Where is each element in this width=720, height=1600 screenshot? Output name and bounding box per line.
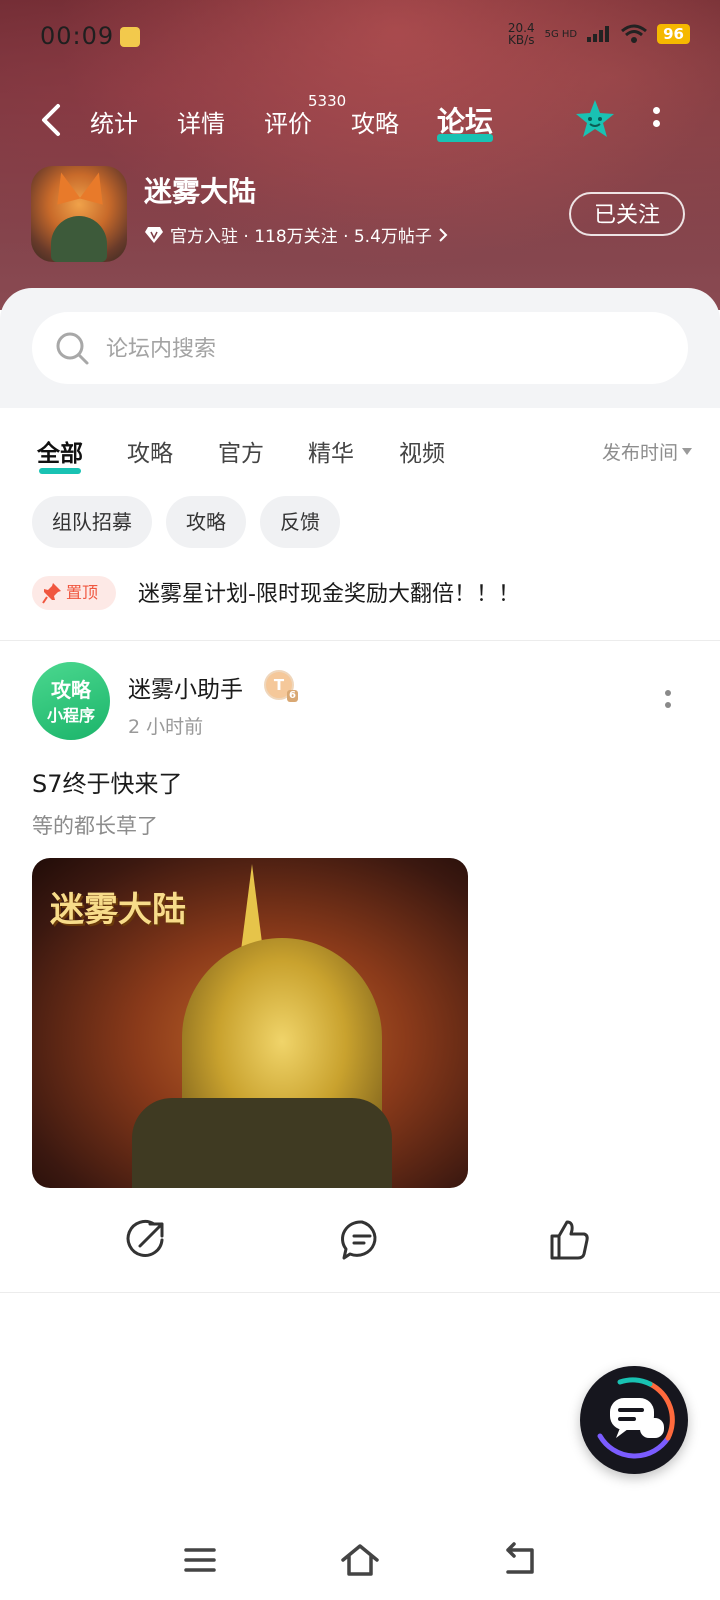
share-icon bbox=[126, 1219, 164, 1257]
sort-button[interactable]: 发布时间 bbox=[602, 438, 678, 465]
tab-reviews[interactable]: 评价 bbox=[264, 104, 312, 139]
filter-all[interactable]: 全部 bbox=[37, 434, 83, 474]
dot-icon bbox=[665, 690, 671, 696]
dot-icon bbox=[665, 702, 671, 708]
filter-videos[interactable]: 视频 bbox=[399, 434, 445, 468]
search-box[interactable] bbox=[32, 312, 688, 384]
back-nav-button[interactable] bbox=[500, 1540, 540, 1580]
pinned-post[interactable]: 置顶 迷雾星计划-限时现金奖励大翻倍！！！ bbox=[32, 574, 688, 614]
chip-team-recruit[interactable]: 组队招募 bbox=[32, 496, 152, 548]
chevron-right-icon bbox=[439, 227, 448, 242]
avatar-line2: 小程序 bbox=[46, 706, 95, 725]
wifi-icon bbox=[621, 24, 648, 43]
filter-guides[interactable]: 攻略 bbox=[127, 434, 173, 468]
search-panel bbox=[0, 288, 720, 408]
chip-guides[interactable]: 攻略 bbox=[166, 496, 246, 548]
chip-feedback[interactable]: 反馈 bbox=[260, 496, 340, 548]
dot-icon bbox=[652, 120, 660, 127]
author-avatar[interactable]: 攻略 小程序 bbox=[32, 662, 110, 740]
net-speed-unit: KB/s bbox=[508, 33, 535, 47]
pinned-badge: 置顶 bbox=[32, 576, 116, 610]
post-actions bbox=[0, 1218, 720, 1278]
search-icon bbox=[56, 332, 89, 365]
comment-button[interactable] bbox=[340, 1218, 384, 1262]
star-mascot-button[interactable] bbox=[574, 98, 616, 140]
tab-details[interactable]: 详情 bbox=[177, 104, 225, 139]
comment-icon bbox=[341, 1220, 377, 1260]
more-options-button[interactable] bbox=[650, 104, 662, 134]
author-level-badge: T 6 bbox=[264, 670, 298, 702]
post-image[interactable]: 迷雾大陆 bbox=[32, 858, 468, 1188]
tag-chips: 组队招募 攻略 反馈 bbox=[32, 496, 340, 548]
star-icon bbox=[576, 100, 614, 137]
status-indicators: 20.4 KB/s 5G HD 96 bbox=[508, 22, 690, 46]
thumbs-up-icon bbox=[550, 1220, 589, 1260]
review-count: 5330 bbox=[308, 92, 347, 110]
filter-official[interactable]: 官方 bbox=[218, 434, 264, 468]
tab-guides[interactable]: 攻略 bbox=[351, 104, 399, 139]
badge-letter: T bbox=[273, 676, 285, 694]
top-nav: 统计 详情 评价 5330 攻略 论坛 bbox=[0, 92, 720, 148]
game-header: 00:09 20.4 KB/s 5G HD 96 统计 详情 评价 5330 攻… bbox=[0, 0, 720, 310]
game-icon-art bbox=[79, 169, 111, 205]
net-speed: 20.4 KB/s bbox=[508, 22, 535, 46]
pin-icon bbox=[42, 583, 61, 604]
game-icon[interactable] bbox=[31, 166, 127, 262]
game-icon-art bbox=[49, 169, 81, 205]
search-input[interactable] bbox=[104, 330, 668, 368]
battery-indicator: 96 bbox=[657, 24, 690, 44]
post-title[interactable]: S7终于快来了 bbox=[32, 764, 183, 799]
post-body: 等的都长草了 bbox=[32, 814, 158, 838]
menu-button[interactable] bbox=[180, 1540, 220, 1580]
tab-forum[interactable]: 论坛 bbox=[437, 100, 494, 142]
dot-icon bbox=[652, 107, 660, 114]
image-art bbox=[132, 1098, 392, 1188]
chat-bubble-icon bbox=[597, 1377, 675, 1459]
home-icon bbox=[341, 1544, 379, 1576]
game-title: 迷雾大陆 bbox=[144, 175, 257, 208]
avatar-line1: 攻略 bbox=[51, 678, 91, 702]
notification-app-icon bbox=[120, 27, 140, 47]
caret-down-icon bbox=[682, 448, 692, 455]
post-more-button[interactable] bbox=[662, 690, 674, 714]
filter-featured[interactable]: 精华 bbox=[308, 434, 354, 468]
game-icon-art bbox=[51, 216, 107, 262]
pinned-title: 迷雾星计划-限时现金奖励大翻倍！！！ bbox=[138, 582, 520, 607]
system-nav-bar bbox=[0, 1520, 720, 1600]
home-button[interactable] bbox=[340, 1540, 380, 1580]
back-arrow-icon bbox=[506, 1542, 534, 1574]
back-button[interactable] bbox=[38, 102, 68, 138]
image-watermark: 迷雾大陆 bbox=[50, 890, 186, 930]
post-time: 2 小时前 bbox=[128, 716, 204, 738]
share-button[interactable] bbox=[124, 1218, 168, 1262]
game-meta-text: 官方入驻 · 118万关注 · 5.4万帖子 bbox=[170, 227, 432, 247]
status-bar: 00:09 20.4 KB/s 5G HD 96 bbox=[0, 0, 720, 76]
game-meta-link[interactable]: 官方入驻 · 118万关注 · 5.4万帖子 bbox=[144, 222, 448, 247]
chevron-left-icon bbox=[42, 104, 60, 136]
signal-icon bbox=[587, 26, 610, 42]
like-button[interactable] bbox=[548, 1218, 592, 1262]
author-name[interactable]: 迷雾小助手 bbox=[128, 670, 243, 704]
pinned-label: 置顶 bbox=[66, 583, 99, 602]
diamond-icon bbox=[145, 226, 163, 243]
divider bbox=[0, 640, 720, 641]
status-time: 00:09 bbox=[40, 22, 115, 50]
divider bbox=[0, 1292, 720, 1293]
chat-fab-button[interactable] bbox=[580, 1366, 688, 1474]
menu-icon bbox=[184, 1548, 216, 1572]
badge-level: 6 bbox=[287, 690, 298, 702]
network-label: 5G HD bbox=[544, 28, 578, 40]
follow-button[interactable]: 已关注 bbox=[569, 192, 685, 236]
game-info: 迷雾大陆 官方入驻 · 118万关注 · 5.4万帖子 已关注 bbox=[0, 166, 720, 266]
tab-stats[interactable]: 统计 bbox=[90, 104, 138, 139]
filter-tabs: 全部 攻略 官方 精华 视频 发布时间 bbox=[0, 408, 720, 488]
